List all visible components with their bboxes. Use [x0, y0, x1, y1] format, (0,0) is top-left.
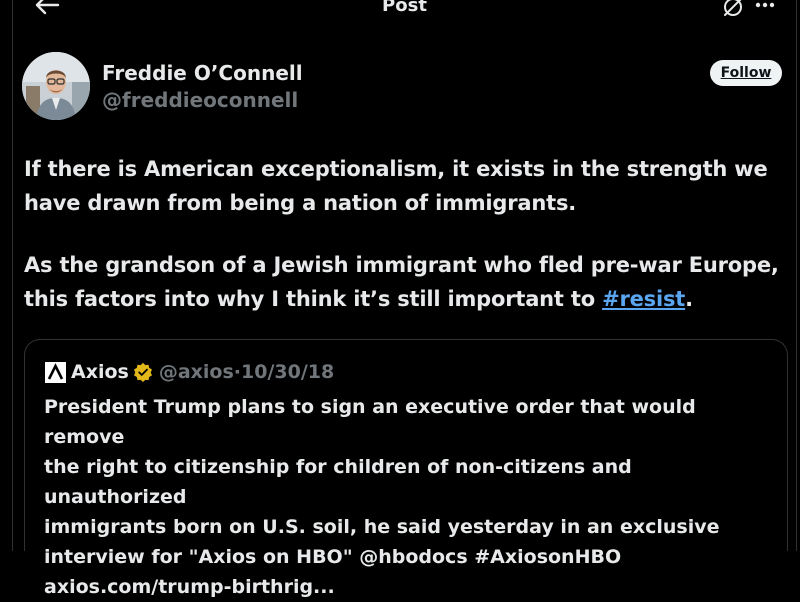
column-divider-right — [796, 0, 797, 551]
quoted-post-card[interactable]: Axios @axios · 10/30/18 President Trump … — [24, 339, 788, 598]
post-page: Post Freddie O’Connell @freddieoconnell … — [0, 0, 800, 598]
quoted-post-header: Axios @axios · 10/30/18 — [45, 360, 334, 384]
quoted-post-text: President Trump plans to sign an executi… — [44, 392, 774, 602]
avatar[interactable] — [22, 52, 90, 120]
more-horizontal-icon — [755, 2, 775, 8]
quoted-text-line: axios.com/trump-birthrig... — [44, 576, 335, 598]
author-handle[interactable]: @freddieoconnell — [102, 88, 298, 112]
profile-photo-icon — [22, 52, 90, 120]
axios-logo-glyph — [45, 361, 66, 383]
author-name[interactable]: Freddie O’Connell — [102, 61, 303, 85]
post-paragraph: If there is American exceptionalism, it … — [24, 157, 768, 215]
quoted-author-name: Axios — [71, 361, 129, 383]
post-body: If there is American exceptionalism, it … — [24, 152, 784, 316]
more-options-button[interactable] — [753, 0, 777, 18]
page-title: Post — [382, 0, 427, 16]
quoted-post-date: 10/30/18 — [241, 361, 335, 383]
post-text-segment: . — [685, 287, 693, 311]
quoted-text-line: interview for "Axios on HBO" @hbodocs #A… — [44, 546, 622, 568]
quoted-text-line: President Trump plans to sign an executi… — [44, 396, 696, 448]
reply-settings-button[interactable] — [721, 0, 745, 18]
axios-logo-icon — [45, 361, 66, 383]
quoted-text-line: the right to citizenship for children of… — [44, 456, 632, 508]
column-divider-left — [12, 0, 13, 551]
header-bar: Post — [13, 0, 796, 20]
hashtag-link[interactable]: #resist — [602, 287, 685, 311]
post-paragraph: As the grandson of a Jewish immigrant wh… — [24, 248, 784, 316]
verified-badge-icon — [133, 362, 152, 382]
quoted-text-line: immigrants born on U.S. soil, he said ye… — [44, 516, 720, 538]
meta-separator: · — [233, 361, 242, 383]
follow-button[interactable]: Follow — [710, 60, 782, 86]
quoted-author-handle: @axios — [158, 361, 234, 383]
reply-settings-icon — [724, 0, 742, 16]
